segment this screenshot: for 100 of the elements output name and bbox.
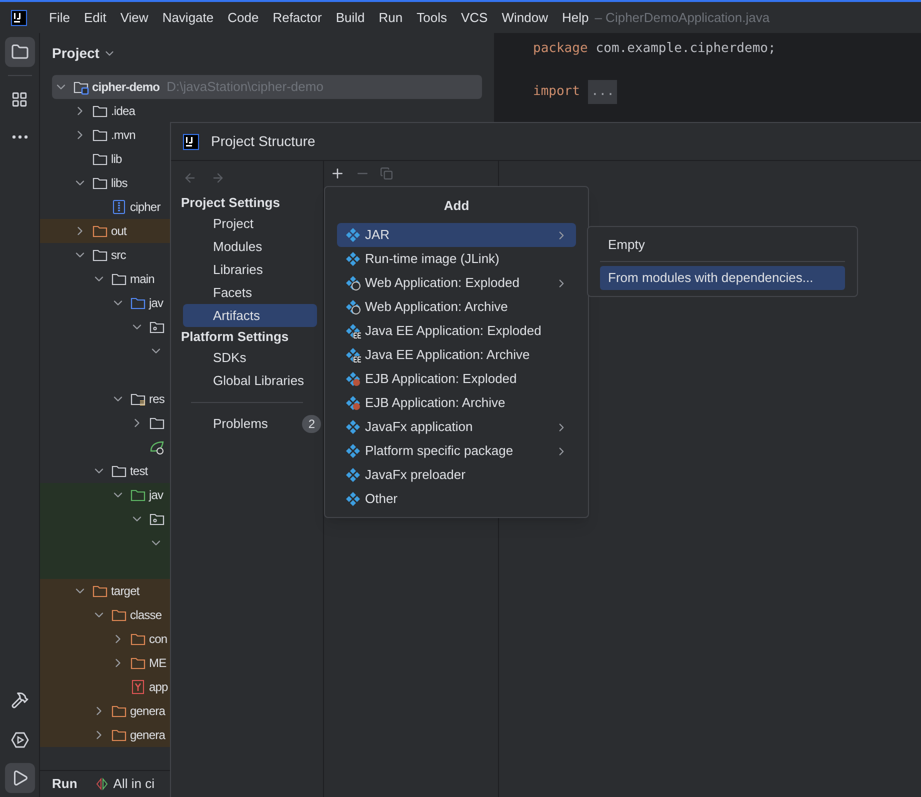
add-icon[interactable] (330, 166, 345, 181)
package-icon (149, 511, 165, 527)
menu-item[interactable]: JAR (337, 223, 576, 247)
folder-icon (73, 79, 89, 95)
grid-icon (11, 90, 28, 108)
tree-label: out (111, 223, 126, 240)
artifact-icon (345, 227, 361, 243)
artifact-icon (345, 419, 361, 435)
folder-icon (10, 43, 28, 61)
web-artifact-icon (345, 299, 361, 315)
folder-icon (130, 391, 146, 407)
folder-icon (92, 127, 108, 143)
project-tool-button[interactable] (4, 37, 34, 67)
javaee-artifact-icon (345, 323, 361, 339)
tree-label: classe (130, 607, 162, 624)
settings-item[interactable]: Global Libraries (183, 369, 317, 392)
menu-item[interactable]: JavaFx application (337, 415, 576, 439)
code-keyword: import (533, 83, 580, 101)
menu-item[interactable]: JavaFx preloader (337, 463, 576, 487)
menu-item[interactable]: Help (562, 8, 589, 28)
web-artifact-icon (345, 275, 361, 291)
tree-label: cipher (130, 199, 160, 216)
menu-item[interactable]: Window (502, 8, 548, 28)
settings-item[interactable]: Modules (183, 235, 317, 258)
menu-item[interactable]: Build (336, 8, 365, 28)
config-file-icon (149, 439, 165, 455)
folder-icon (130, 487, 146, 503)
more-icon (12, 135, 28, 139)
run-tool-button[interactable] (4, 763, 34, 793)
tree-label: genera (130, 703, 165, 720)
menu-item[interactable]: Web Application: Exploded (337, 271, 576, 295)
app-logo-icon (11, 10, 27, 26)
menu-item[interactable]: Code (228, 8, 259, 28)
tree-label: lib (111, 151, 122, 168)
section-header: Project Settings (180, 194, 281, 212)
tree-label: res (149, 391, 164, 408)
settings-item[interactable]: SDKs (183, 346, 317, 369)
run-config-label: All in ci (113, 775, 154, 794)
panel-title: Project (52, 44, 100, 63)
artifact-icon (345, 491, 361, 507)
menu-item[interactable]: Edit (84, 8, 106, 28)
tree-label: .mvn (111, 127, 136, 144)
menu-item[interactable]: View (120, 8, 148, 28)
folder-icon (130, 295, 146, 311)
folded-code[interactable]: ... (588, 80, 618, 104)
menu-item[interactable]: VCS (460, 8, 488, 28)
dialog-title: Project Structure (211, 132, 316, 151)
menu-item[interactable]: Empty (600, 233, 845, 257)
package-icon (149, 319, 165, 335)
tree-label: .idea (111, 103, 136, 120)
artifact-icon (345, 467, 361, 483)
popup-title: Add (442, 197, 470, 216)
menu-item[interactable]: Java EE Application: Exploded (337, 319, 576, 343)
section-header: Platform Settings (180, 328, 290, 346)
artifact-icon (345, 251, 361, 267)
menu-item[interactable]: Platform specific package (337, 439, 576, 463)
menu-item[interactable]: EJB Application: Exploded (337, 367, 576, 391)
tree-label: cipher-demo (92, 79, 160, 96)
tree-label: test (130, 463, 148, 480)
menu-item[interactable]: Run (378, 8, 403, 28)
hexagon-play-icon (10, 730, 30, 750)
code-keyword: package (533, 40, 588, 58)
menu-item[interactable]: Run-time image (JLink) (337, 247, 576, 271)
menu-item[interactable]: From modules with dependencies... (600, 266, 845, 290)
tree-label: ME (149, 655, 166, 672)
ejb-artifact-icon (345, 371, 361, 387)
menu-item[interactable]: Tools (416, 8, 447, 28)
menu-item[interactable]: Navigate (162, 8, 214, 28)
folder-icon (92, 151, 108, 167)
file-title: – CipherDemoApplication.java (594, 8, 770, 27)
folder-icon (111, 727, 127, 743)
code-text: com.example.cipherdemo; (596, 40, 776, 58)
tree-label: target (111, 583, 140, 600)
folder-icon (92, 583, 108, 599)
settings-item[interactable]: Facets (183, 281, 317, 304)
folder-icon (130, 655, 146, 671)
menu-item[interactable]: Web Application: Archive (337, 295, 576, 319)
menu-item[interactable]: Other (337, 487, 576, 511)
folder-icon (92, 223, 108, 239)
folder-icon (92, 175, 108, 191)
folder-icon (92, 247, 108, 263)
app-logo-icon (183, 134, 199, 150)
tree-label: app (149, 679, 168, 696)
settings-item[interactable]: Libraries (183, 258, 317, 281)
menu-item[interactable]: EJB Application: Archive (337, 391, 576, 415)
menu-item[interactable]: Java EE Application: Archive (337, 343, 576, 367)
tree-label: src (111, 247, 126, 264)
folder-icon (92, 103, 108, 119)
tree-label: libs (111, 175, 128, 192)
folder-icon (149, 415, 165, 431)
settings-item[interactable]: Artifacts (183, 304, 317, 327)
settings-item[interactable]: Project (183, 212, 317, 235)
hammer-icon (10, 691, 28, 709)
yaml-file-icon (130, 679, 146, 695)
javaee-artifact-icon (345, 347, 361, 363)
archive-icon (111, 199, 127, 215)
menu-item[interactable]: Refactor (272, 8, 322, 28)
menu-item[interactable]: File (49, 8, 70, 28)
settings-item[interactable]: Problems (213, 414, 302, 434)
folder-icon (111, 703, 127, 719)
